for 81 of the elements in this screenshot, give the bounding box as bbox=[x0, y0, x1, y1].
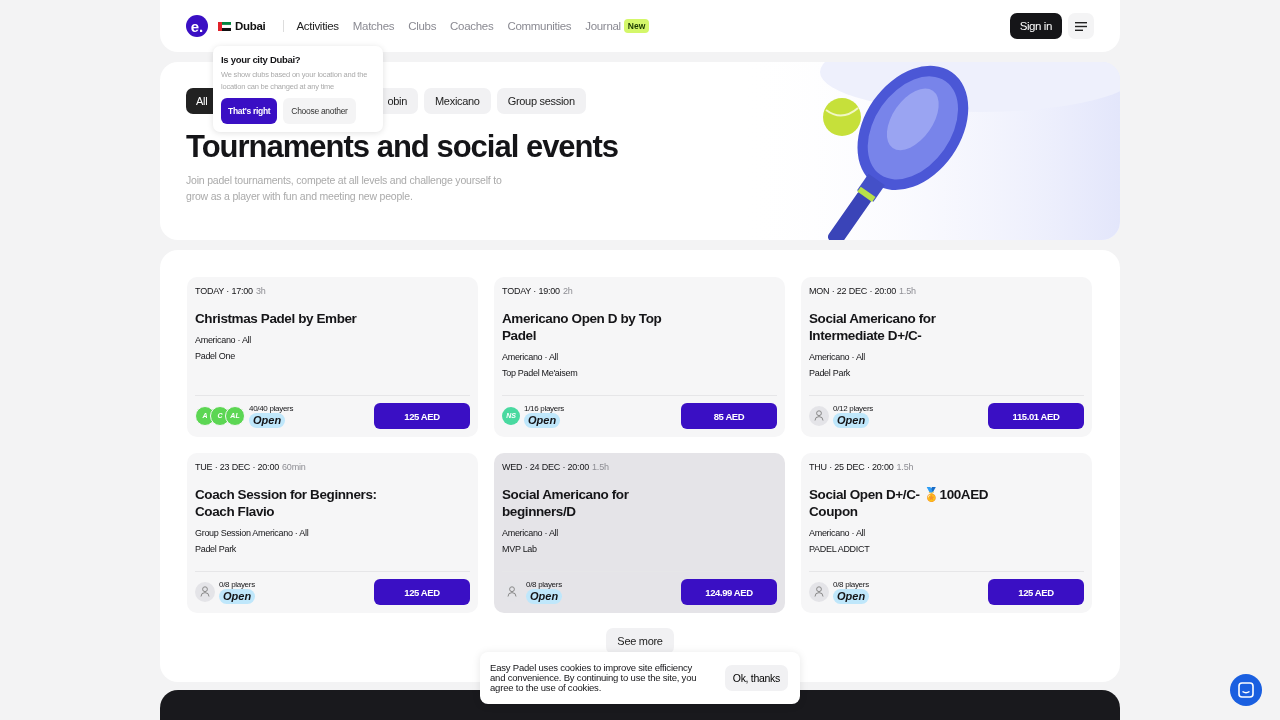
price-button[interactable]: 85 AED bbox=[681, 403, 777, 429]
event-format: Americano · All bbox=[502, 527, 560, 538]
event-format: Americano · All bbox=[195, 334, 253, 345]
status-badge: Open bbox=[833, 413, 870, 428]
player-count: 0/12 players bbox=[833, 404, 873, 414]
club-name: Padel One bbox=[195, 350, 236, 361]
event-card[interactable]: MON · 22 DEC · 20:00 1.5h Social Americano for Intermediate D+/C- Americano · All Padel Park 0/12 players Open 115.01 AED bbox=[801, 277, 1092, 437]
nav-link[interactable]: Journal bbox=[585, 20, 621, 32]
club-name: Padel Park bbox=[809, 367, 852, 378]
nav-link[interactable]: Activities bbox=[296, 20, 339, 32]
cookie-text: Easy Padel uses cookies to improve site efficiency and convenience. By continuing to use the site, you agree to the use of cookies. bbox=[490, 663, 698, 693]
event-time: MON · 22 DEC · 20:00 bbox=[809, 286, 897, 296]
event-time: TODAY · 17:00 bbox=[195, 286, 253, 296]
ok-button[interactable]: Ok, thanks bbox=[724, 665, 788, 691]
person-icon bbox=[814, 410, 824, 422]
event-time: THU · 25 DEC · 20:00 bbox=[809, 462, 894, 472]
event-title: Social Americano for beginners/D bbox=[502, 487, 630, 521]
event-card[interactable]: THU · 25 DEC · 20:00 1.5h Social Open D+/C- 🏅100AED Coupon Americano · All PADEL ADDICT 0/8 players Open 125 AED bbox=[801, 453, 1092, 613]
status-badge: Open bbox=[833, 589, 870, 604]
status-badge: Open bbox=[219, 589, 256, 604]
popover-title: Is your city Dubai? bbox=[221, 54, 302, 65]
status-badge: Open bbox=[526, 589, 563, 604]
person-icon bbox=[507, 586, 517, 598]
event-title: Social Open D+/C- 🏅100AED Coupon bbox=[809, 487, 990, 521]
page-title: Tournaments and social events bbox=[186, 128, 619, 166]
menu-icon bbox=[1075, 21, 1087, 31]
new-badge: New bbox=[623, 19, 650, 33]
city-selector[interactable]: Dubai bbox=[218, 20, 266, 32]
event-time: WED · 24 DEC · 20:00 bbox=[502, 462, 590, 472]
chat-button[interactable] bbox=[1230, 674, 1262, 706]
event-card[interactable]: WED · 24 DEC · 20:00 1.5h Social Americano for beginners/D Americano · All MVP Lab 0/8 players Open 124.99 AED bbox=[494, 453, 785, 613]
menu-button[interactable] bbox=[1068, 13, 1094, 39]
player-count: 0/8 players bbox=[833, 580, 869, 590]
event-title: Christmas Padel by Ember bbox=[195, 311, 358, 328]
filter-chip[interactable]: Group session bbox=[496, 88, 586, 114]
event-time: TUE · 23 DEC · 20:00 bbox=[195, 462, 280, 472]
price-button[interactable]: 125 AED bbox=[374, 579, 470, 605]
event-format: Americano · All bbox=[809, 351, 867, 362]
event-time: TODAY · 19:00 bbox=[502, 286, 560, 296]
player-count: 1/16 players bbox=[524, 404, 564, 414]
nav-link[interactable]: Communities bbox=[507, 20, 572, 32]
event-format: Group Session Americano · All bbox=[195, 527, 310, 538]
event-title: Social Americano for Intermediate D+/C- bbox=[809, 311, 937, 345]
player-count: 0/8 players bbox=[526, 580, 562, 590]
nav-link[interactable]: Clubs bbox=[408, 20, 437, 32]
sign-in-button[interactable]: Sign in bbox=[1009, 13, 1062, 39]
chat-icon bbox=[1238, 682, 1254, 698]
event-duration: 3h bbox=[255, 286, 266, 296]
event-duration: 2h bbox=[562, 286, 573, 296]
event-duration: 1.5h bbox=[896, 462, 914, 472]
event-title: Americano Open D by Top Padel bbox=[502, 311, 663, 345]
player-count: 40/40 players bbox=[249, 404, 294, 414]
event-duration: 1.5h bbox=[899, 286, 916, 296]
event-format: Americano · All bbox=[809, 527, 867, 538]
logo[interactable]: e. bbox=[186, 15, 208, 37]
event-format: Americano · All bbox=[502, 351, 560, 362]
flag-icon bbox=[218, 21, 231, 31]
filter-chip[interactable]: Mexicano bbox=[424, 88, 491, 114]
person-icon bbox=[814, 586, 824, 598]
confirm-button[interactable]: That's right bbox=[221, 98, 278, 125]
event-card[interactable]: TUE · 23 DEC · 20:00 60min Coach Session for Beginners: Coach Flavio Group Session Americano · All Padel Park 0/8 players Open 125 AED bbox=[187, 453, 478, 613]
player-count: 0/8 players bbox=[219, 580, 255, 590]
person-icon bbox=[200, 586, 210, 598]
choose-another-button[interactable]: Choose another bbox=[283, 98, 356, 125]
event-duration: 60min bbox=[282, 462, 306, 472]
nav-link[interactable]: Matches bbox=[352, 20, 395, 32]
status-badge: Open bbox=[249, 413, 286, 428]
price-button[interactable]: 125 AED bbox=[988, 579, 1084, 605]
price-button[interactable]: 115.01 AED bbox=[988, 403, 1084, 429]
event-title: Coach Session for Beginners: Coach Flavio bbox=[195, 487, 378, 521]
page-subtitle: Join padel tournaments, compete at all levels and challenge yourself to grow as a player with fun and meeting new people. bbox=[186, 173, 503, 204]
club-name: Top Padel Me'aisem bbox=[502, 367, 579, 378]
club-name: Padel Park bbox=[195, 543, 238, 554]
price-button[interactable]: 125 AED bbox=[374, 403, 470, 429]
event-duration: 1.5h bbox=[592, 462, 609, 472]
nav-link[interactable]: Coaches bbox=[450, 20, 494, 32]
club-name: PADEL ADDICT bbox=[809, 543, 871, 554]
status-badge: Open bbox=[524, 413, 561, 428]
club-name: MVP Lab bbox=[502, 543, 538, 554]
price-button[interactable]: 124.99 AED bbox=[681, 579, 777, 605]
see-more-button[interactable]: See more bbox=[606, 628, 674, 654]
